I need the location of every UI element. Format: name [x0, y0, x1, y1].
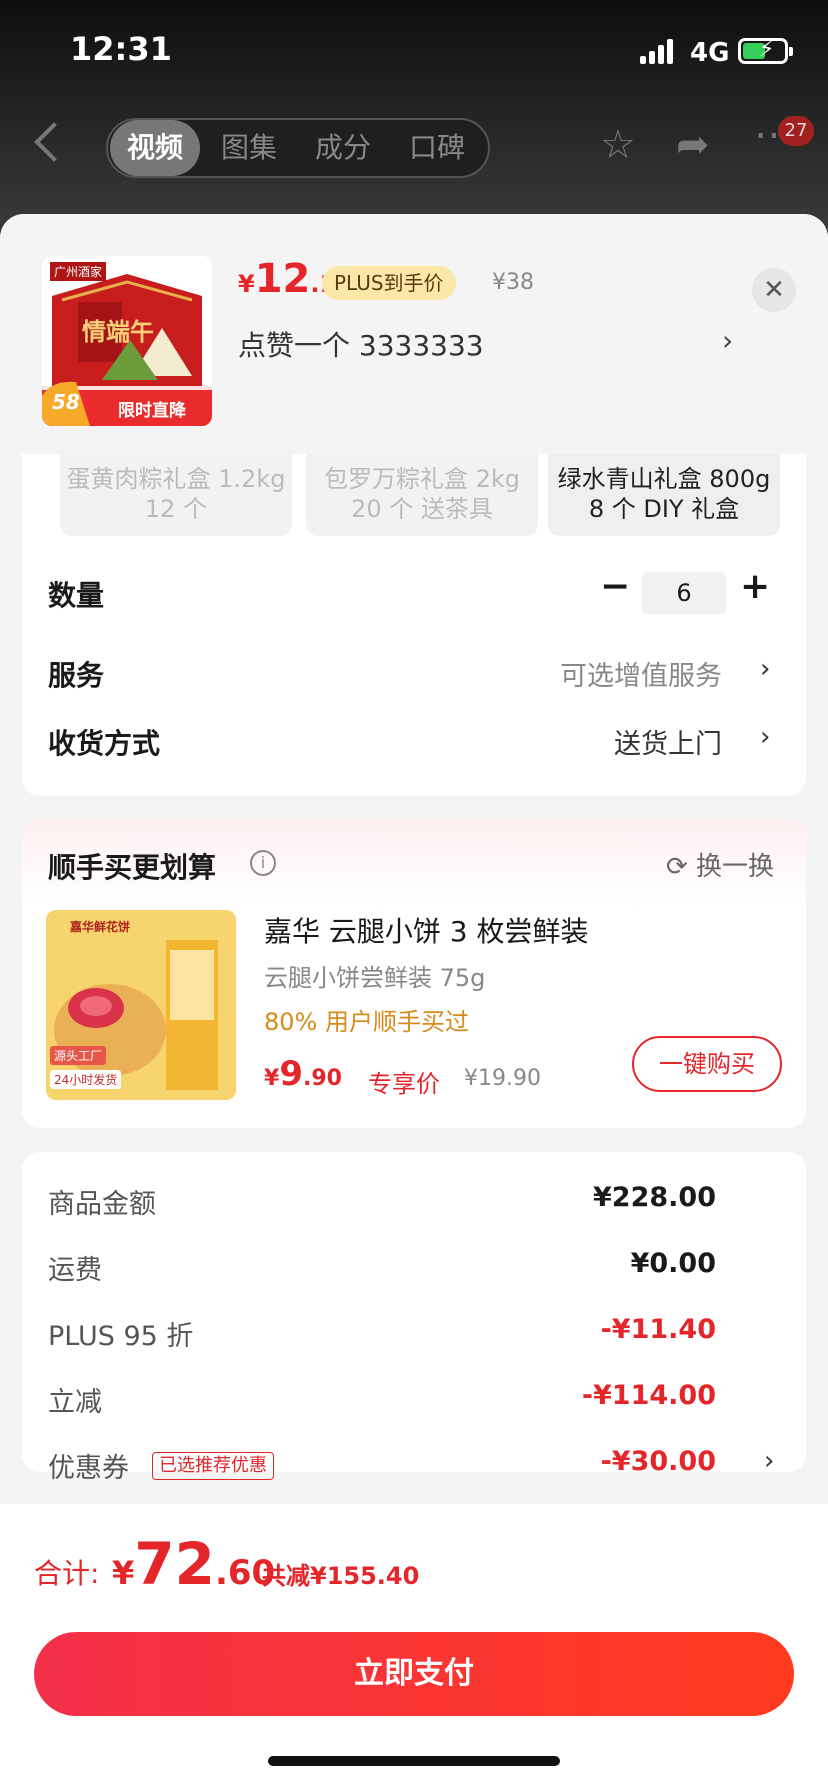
fee-label: PLUS 95 折	[48, 1321, 194, 1352]
variant-name: 绿水青山礼盒 800g	[557, 465, 771, 493]
recommended-price: ¥9.90	[264, 1054, 342, 1094]
fee-row: 商品金额 ¥228.00	[22, 1182, 806, 1222]
one-click-buy-button[interactable]: 一键购买	[632, 1036, 782, 1092]
chevron-right-icon[interactable]: ›	[722, 324, 733, 357]
fee-label: 运费	[48, 1255, 102, 1286]
info-icon[interactable]: i	[250, 850, 276, 876]
variant-detail: 12 个	[144, 495, 208, 523]
chevron-right-icon[interactable]: ›	[760, 722, 770, 752]
delivery-value[interactable]: 送货上门	[614, 722, 722, 761]
thumb-badge-source: 源头工厂	[50, 1046, 107, 1065]
variant-name: 包罗万粽礼盒 2kg	[323, 465, 521, 493]
price-integer: 12	[254, 256, 311, 302]
purchase-sheet: 广州酒家 情端午 58 限时直降 ¥12.1 PLUS到手价 ¥38 ✕ 点赞一…	[0, 214, 828, 1792]
delivery-label: 收货方式	[48, 727, 161, 760]
fee-label: 优惠券	[48, 1453, 129, 1484]
exclusive-price-label: 专享价	[368, 1070, 440, 1098]
price-decimal: .90	[302, 1066, 342, 1091]
battery-icon: ⚡	[738, 37, 793, 64]
recommended-product-name[interactable]: 嘉华 云腿小饼 3 枚尝鲜装	[264, 910, 589, 950]
recommendation-card: 顺手买更划算 i ⟳ 换一换 嘉华鲜花饼 源头工厂 24小时发货 嘉华 云腿小饼…	[22, 818, 806, 1128]
total-saved: 共减¥155.40	[262, 1562, 420, 1590]
status-bar: 12:31 4G ⚡	[0, 0, 828, 100]
recommendation-title: 顺手买更划算	[48, 851, 217, 884]
product-nav-bar: 视频 图集 成分 口碑 ☆ ➦ ⋯	[0, 108, 828, 188]
recommended-original-price: ¥19.90	[464, 1066, 541, 1091]
like-count[interactable]: 点赞一个 3333333	[238, 324, 484, 364]
message-count-badge: 27	[778, 116, 814, 146]
fee-value: -¥114.00	[581, 1380, 716, 1411]
checkout-bar: 合计: ¥72.60 共减¥155.40 立即支付	[0, 1504, 828, 1792]
options-card: 蛋黄肉粽礼盒 1.2kg 12 个 包罗万粽礼盒 2kg 20 个 送茶具 绿水…	[22, 454, 806, 796]
status-time: 12:31	[70, 30, 172, 68]
fee-row: PLUS 95 折 -¥11.40	[22, 1314, 806, 1354]
recommended-buy-rate: 80% 用户顺手买过	[264, 1008, 469, 1036]
network-type: 4G	[690, 38, 730, 68]
signal-icon	[640, 38, 678, 64]
recommended-product-spec: 云腿小饼尝鲜装 75g	[264, 964, 486, 992]
service-value[interactable]: 可选增值服务	[560, 654, 722, 693]
price-currency: ¥	[112, 1554, 135, 1592]
fee-label: 立减	[48, 1387, 102, 1418]
total-label: 合计:	[34, 1557, 100, 1590]
close-button[interactable]: ✕	[752, 268, 796, 312]
thumb-brand: 广州酒家	[50, 262, 107, 281]
product-thumbnail: 广州酒家 情端午 58 限时直降	[42, 256, 212, 426]
quantity-input[interactable]: 6	[642, 572, 726, 614]
tab-video[interactable]: 视频	[110, 120, 200, 176]
back-arrow-icon[interactable]	[34, 122, 74, 162]
thumb-brand: 嘉华鲜花饼	[70, 920, 131, 934]
total-price: ¥72.60	[112, 1530, 275, 1598]
price-integer: 9	[279, 1054, 303, 1094]
quantity-decrease-button[interactable]: −	[600, 566, 630, 607]
price-currency: ¥	[238, 270, 255, 298]
pay-now-button[interactable]: 立即支付	[34, 1632, 794, 1716]
original-price: ¥38	[492, 270, 534, 295]
price-breakdown-card: 商品金额 ¥228.00 运费 ¥0.00 PLUS 95 折 -¥11.40 …	[22, 1152, 806, 1484]
variant-name: 蛋黄肉粽礼盒 1.2kg	[66, 465, 286, 493]
thumb-deal-tag: 限时直降	[118, 401, 186, 421]
variant-option[interactable]: 蛋黄肉粽礼盒 1.2kg 12 个	[60, 454, 292, 536]
fee-label: 商品金额	[48, 1189, 156, 1220]
thumb-title: 情端午	[82, 317, 154, 346]
variant-detail: 8 个 DIY 礼盒	[588, 495, 740, 523]
share-icon[interactable]: ➦	[676, 122, 710, 168]
recommended-product-image[interactable]: 嘉华鲜花饼 源头工厂 24小时发货	[46, 910, 236, 1100]
star-icon[interactable]: ☆	[600, 122, 636, 168]
thumb-badge-shipping: 24小时发货	[50, 1070, 122, 1089]
fee-value: -¥11.40	[600, 1314, 716, 1345]
coupon-row[interactable]: 优惠券 已选推荐优惠 -¥30.00 ›	[22, 1446, 806, 1486]
fee-value: ¥0.00	[630, 1248, 716, 1279]
chevron-right-icon[interactable]: ›	[764, 1446, 774, 1476]
thumb-discount-number: 58	[52, 390, 80, 414]
variant-detail: 20 个 送茶具	[351, 495, 493, 523]
price-integer: 72	[134, 1530, 215, 1598]
chevron-right-icon[interactable]: ›	[760, 654, 770, 684]
home-indicator[interactable]	[268, 1756, 560, 1766]
fee-value: ¥228.00	[593, 1182, 716, 1213]
fee-row: 立减 -¥114.00	[22, 1380, 806, 1420]
tab-reviews[interactable]: 口碑	[392, 120, 482, 176]
price-currency: ¥	[264, 1066, 280, 1091]
product-summary: 广州酒家 情端午 58 限时直降 ¥12.1 PLUS到手价 ¥38 ✕ 点赞一…	[0, 214, 828, 454]
tab-gallery[interactable]: 图集	[204, 120, 294, 176]
service-label: 服务	[48, 659, 105, 692]
fee-row: 运费 ¥0.00	[22, 1248, 806, 1288]
quantity-label: 数量	[48, 579, 105, 612]
coupon-applied-tag: 已选推荐优惠	[152, 1452, 274, 1480]
variant-option[interactable]: 包罗万粽礼盒 2kg 20 个 送茶具	[306, 454, 538, 536]
quantity-increase-button[interactable]: +	[740, 566, 770, 607]
media-tabs: 视频 图集 成分 口碑	[106, 118, 490, 178]
tab-ingredients[interactable]: 成分	[298, 120, 388, 176]
variant-option-selected[interactable]: 绿水青山礼盒 800g 8 个 DIY 礼盒	[548, 454, 780, 536]
fee-value: -¥30.00	[600, 1446, 716, 1477]
plus-price-tag: PLUS到手价	[322, 266, 456, 300]
refresh-button[interactable]: ⟳ 换一换	[666, 846, 774, 883]
